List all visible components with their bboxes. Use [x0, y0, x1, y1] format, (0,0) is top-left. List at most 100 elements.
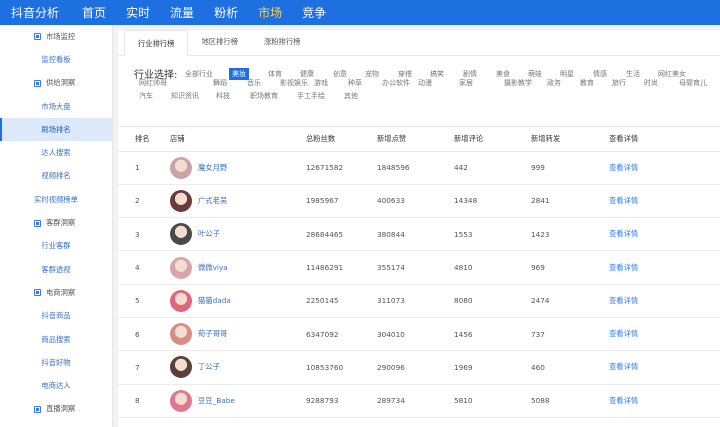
- industry-option[interactable]: 美妆: [229, 68, 249, 80]
- sidebar-section[interactable]: 电商洞察: [0, 281, 112, 304]
- view-detail-link[interactable]: 查看详情: [609, 163, 638, 172]
- shop-cell: 豆豆_Babe: [170, 384, 306, 418]
- industry-option[interactable]: 动漫: [418, 77, 432, 89]
- industry-option[interactable]: 教育: [580, 77, 594, 89]
- shop-name-link[interactable]: 叶公子: [198, 229, 220, 239]
- view-detail-link[interactable]: 查看详情: [609, 396, 638, 405]
- sidebar-item-label: 商品搜索: [41, 334, 71, 344]
- table-row: 3 叶公子 28684465 380844 1553 1423 查看详情: [118, 217, 720, 252]
- new-forwards-cell: 969: [531, 250, 609, 285]
- industry-option[interactable]: 创意: [333, 68, 347, 80]
- rank-cell: 8: [118, 384, 170, 418]
- tab-fans-growth-ranking[interactable]: 涨粉排行榜: [251, 29, 313, 55]
- industry-option[interactable]: 种草: [348, 77, 362, 89]
- industry-option[interactable]: 明星: [560, 68, 574, 80]
- sidebar-item[interactable]: 监控看板: [0, 48, 112, 71]
- industry-option[interactable]: 搞笑: [430, 68, 444, 80]
- nav-item-home[interactable]: 首页: [82, 4, 106, 21]
- industry-option[interactable]: 生活: [626, 68, 640, 80]
- sidebar-item[interactable]: 行业客群: [0, 235, 112, 258]
- nav-item-fans[interactable]: 粉析: [214, 4, 238, 21]
- industry-option[interactable]: 知识资讯: [171, 90, 199, 102]
- industry-option[interactable]: 政务: [547, 77, 561, 89]
- table-header-row: 排名 店铺 总粉丝数 新增点赞 新增评论 新增转发 查看详情: [118, 127, 720, 152]
- new-comments-cell: 1969: [454, 350, 531, 385]
- industry-option[interactable]: 科技: [216, 90, 230, 102]
- industry-option[interactable]: 摄影教学: [504, 77, 532, 89]
- industry-option[interactable]: 全部行业: [185, 68, 213, 80]
- shop-name-link[interactable]: 广式老吴: [198, 196, 227, 206]
- shop-info[interactable]: 广式老吴: [170, 189, 306, 212]
- shop-name-link[interactable]: 丁公子: [198, 362, 220, 372]
- chart-icon: [34, 289, 41, 297]
- sidebar-item[interactable]: 客群透视: [0, 258, 112, 281]
- new-comments-cell: 5810: [454, 384, 531, 418]
- shop-name-link[interactable]: 猫猫dada: [198, 296, 231, 306]
- shop-name-link[interactable]: 魔女月野: [198, 163, 227, 173]
- shop-info[interactable]: 叶公子: [170, 223, 306, 246]
- industry-option[interactable]: 旅行: [612, 77, 626, 89]
- industry-option[interactable]: 网红帅哥: [139, 77, 167, 89]
- industry-option[interactable]: 其他: [344, 90, 358, 102]
- header-new-forwards: 新增转发: [531, 127, 609, 152]
- sidebar-item[interactable]: 市场大盘: [0, 95, 112, 118]
- tab-region-ranking[interactable]: 地区排行榜: [188, 29, 250, 55]
- sidebar-item[interactable]: 电商达人: [0, 374, 112, 397]
- industry-option[interactable]: 情感: [593, 68, 607, 80]
- industry-option[interactable]: 职场教育: [250, 90, 278, 102]
- nav-item-market[interactable]: 市场: [258, 4, 282, 21]
- industry-option[interactable]: 办公软件: [382, 77, 410, 89]
- view-detail-link[interactable]: 查看详情: [609, 263, 638, 272]
- industry-option[interactable]: 舞蹈: [213, 77, 227, 89]
- tab-industry-ranking[interactable]: 行业排行榜: [124, 30, 189, 56]
- shop-info[interactable]: 丁公子: [170, 356, 306, 379]
- shop-name-link[interactable]: 豆豆_Babe: [198, 396, 235, 406]
- header-new-comments: 新增评论: [454, 127, 531, 152]
- industry-option[interactable]: 宠物: [365, 68, 379, 80]
- view-detail-link[interactable]: 查看详情: [609, 229, 638, 238]
- sidebar-item-label: 市场监控: [46, 31, 76, 41]
- industry-option[interactable]: 家居: [459, 77, 473, 89]
- industry-option[interactable]: 音乐: [247, 77, 261, 89]
- nav-item-competition[interactable]: 竞争: [302, 4, 326, 21]
- industry-option[interactable]: 游戏: [314, 77, 328, 89]
- view-detail-link[interactable]: 查看详情: [609, 196, 638, 205]
- sidebar-section[interactable]: 供给洞察: [0, 72, 112, 95]
- industry-option[interactable]: 母婴育儿: [679, 77, 707, 89]
- total-fans-cell: 10853760: [306, 350, 377, 385]
- industry-option[interactable]: 汽车: [139, 90, 153, 102]
- new-likes-cell: 355174: [377, 250, 454, 285]
- sidebar-item[interactable]: 刷场排名: [0, 118, 112, 142]
- view-detail-link[interactable]: 查看详情: [609, 362, 638, 371]
- industry-option[interactable]: 手工手绘: [297, 90, 325, 102]
- nav-item-realtime[interactable]: 实时: [126, 4, 150, 21]
- header-total-fans: 总粉丝数: [306, 127, 377, 152]
- shop-info[interactable]: 荀子哥哥: [170, 323, 306, 346]
- industry-option[interactable]: 影视娱乐: [280, 77, 308, 89]
- nav-item-traffic[interactable]: 流量: [170, 4, 194, 21]
- industry-option[interactable]: 时尚: [644, 77, 658, 89]
- brand-title[interactable]: 抖音分析: [11, 4, 59, 21]
- sidebar-section[interactable]: 直播洞察: [0, 398, 112, 421]
- sidebar-item[interactable]: 实时视频榜单: [0, 188, 112, 211]
- sidebar-section[interactable]: 市场监控: [0, 25, 112, 48]
- sidebar-section[interactable]: 客群洞察: [0, 211, 112, 234]
- sidebar-item[interactable]: 视频排名: [0, 165, 112, 188]
- total-fans-cell: 2250145: [306, 284, 377, 318]
- sidebar-item[interactable]: 抖音商品: [0, 305, 112, 328]
- sidebar-item[interactable]: 抖音好物: [0, 351, 112, 374]
- view-detail-link[interactable]: 查看详情: [609, 296, 638, 305]
- sidebar-item[interactable]: 达人搜索: [0, 141, 112, 164]
- shop-info[interactable]: 微微viya: [170, 256, 306, 279]
- total-fans-cell: 9288793: [306, 384, 377, 418]
- shop-name-link[interactable]: 微微viya: [198, 263, 228, 273]
- view-detail-link[interactable]: 查看详情: [609, 329, 638, 338]
- detail-cell: 查看详情: [609, 350, 720, 385]
- shop-info[interactable]: 猫猫dada: [170, 289, 306, 312]
- shop-info[interactable]: 豆豆_Babe: [170, 389, 306, 412]
- sidebar-item[interactable]: 商品搜索: [0, 328, 112, 351]
- shop-info[interactable]: 魔女月野: [170, 156, 306, 179]
- avatar: [170, 156, 192, 179]
- shop-cell: 猫猫dada: [170, 284, 306, 318]
- shop-name-link[interactable]: 荀子哥哥: [198, 329, 227, 339]
